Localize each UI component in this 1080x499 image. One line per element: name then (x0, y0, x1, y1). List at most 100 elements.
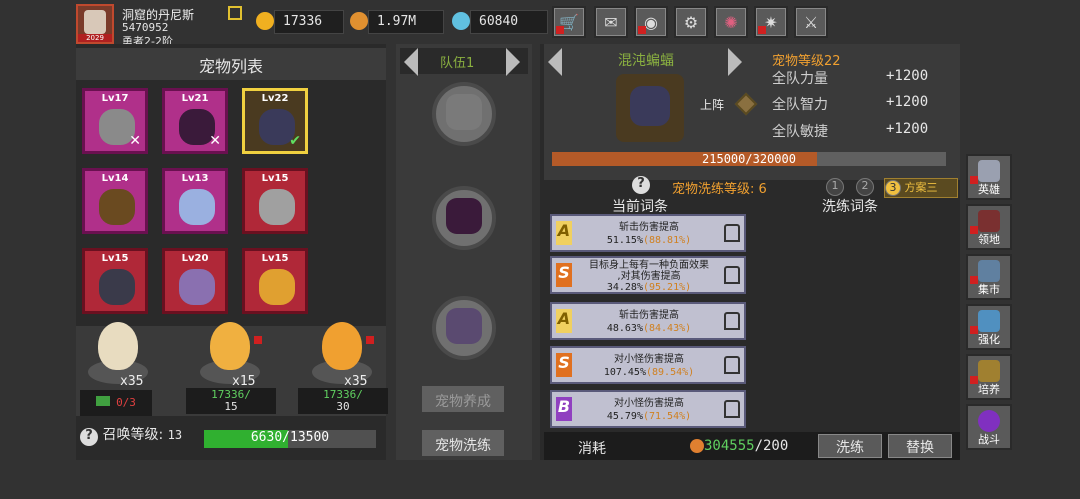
pet-card[interactable]: Lv20 (162, 248, 228, 314)
egg-cost-required: 30 (336, 400, 350, 413)
nav-battle[interactable]: 战斗 (966, 404, 1012, 450)
affix-value: 34.28%(95.21%) (606, 282, 692, 293)
pet-card[interactable]: Lv21 ✕ (162, 88, 228, 154)
affix-row[interactable]: B 对小怪伤害提高 45.79%(71.54%) (550, 390, 746, 428)
notification-dot (638, 26, 646, 34)
affix-value: 45.79%(71.54%) (606, 411, 692, 422)
pet-list-scroll-area[interactable] (318, 88, 378, 320)
affix-row[interactable]: A 斩击伤害提高 51.15%(88.81%) (550, 214, 746, 252)
tree-pet-icon (99, 189, 135, 225)
summon-level-value: 13 (167, 428, 183, 442)
pet-card[interactable]: Lv13 (162, 168, 228, 234)
gear-icon: ⚙ (683, 12, 699, 32)
dark-mage-pet-icon (446, 198, 482, 234)
notification-dot (758, 26, 766, 34)
unicorn-pet-icon (179, 269, 215, 305)
team-slot-1[interactable] (432, 82, 496, 146)
eggs: x35 0/3 x15 17336/ 15 x35 17336/ 30 (76, 316, 388, 416)
pet-wash-button[interactable]: 宠物洗练 (420, 428, 506, 458)
pet-level: Lv20 (181, 253, 209, 264)
affix-row[interactable]: A 斩击伤害提高 48.63%(84.43%) (550, 302, 746, 340)
team-slot-2[interactable] (432, 186, 496, 250)
resource-gems: 60840 (470, 10, 548, 34)
affix-grade: S (556, 263, 572, 287)
settings-button[interactable]: ⚙ (674, 6, 708, 38)
wash-button[interactable]: 洗练 (818, 434, 882, 458)
pet-card[interactable]: Lv14 (82, 168, 148, 234)
affix-grade: A (556, 309, 572, 333)
replace-button[interactable]: 替换 (888, 434, 952, 458)
color-wheel-button[interactable]: ✺ (714, 6, 748, 38)
affix-row[interactable]: S 对小怪伤害提高 107.45%(89.54%) (550, 346, 746, 384)
pet-card-selected[interactable]: Lv22 ✔ (242, 88, 308, 154)
color-wheel-icon: ✺ (724, 12, 738, 32)
deploy-label: 上阵 (700, 98, 725, 112)
pet-level: Lv14 (101, 173, 129, 184)
plan-2-button[interactable]: 2 (856, 178, 874, 196)
prev-pet-arrow-icon[interactable] (548, 48, 562, 76)
lock-icon[interactable] (724, 312, 740, 330)
fireworks-button[interactable]: ✷ (754, 6, 788, 38)
pet-card[interactable]: Lv15 (242, 168, 308, 234)
pet-train-button[interactable]: 宠物养成 (420, 384, 506, 414)
summon-progress-text: 6630/13500 (250, 430, 330, 445)
wash-help-icon[interactable]: ? (632, 176, 650, 194)
market-icon (978, 260, 1000, 282)
nav-label: 强化 (978, 333, 1000, 346)
pet-card[interactable]: Lv17 ✕ (82, 88, 148, 154)
avatar[interactable]: 2029 (76, 4, 114, 44)
nav-market[interactable]: 集市 (966, 254, 1012, 300)
lock-icon[interactable] (724, 400, 740, 418)
crossed-swords-icon: ⚔ (803, 12, 819, 32)
team-slot-3[interactable] (432, 296, 496, 360)
gold-drop-icon (256, 12, 274, 30)
nav-label: 培养 (978, 383, 1000, 396)
pet-exp-text: 215000/320000 (702, 152, 796, 166)
lantern-pet-icon (259, 269, 295, 305)
pet-card[interactable]: Lv15 (82, 248, 148, 314)
pet-level: Lv13 (181, 173, 209, 184)
nav-hero[interactable]: 英雄 (966, 154, 1012, 200)
pet-level-title: 宠物等级22 (772, 54, 841, 69)
egg-count: x35 (120, 374, 144, 389)
nav-territory[interactable]: 领地 (966, 204, 1012, 250)
gamepad-button[interactable]: ◉ (634, 6, 668, 38)
plan-3-button[interactable]: 3 方案三 (884, 178, 958, 198)
plan-1-button[interactable]: 1 (826, 178, 844, 196)
lock-icon[interactable] (724, 266, 740, 284)
lock-icon[interactable] (724, 224, 740, 242)
shop-cart-button[interactable]: 🛒 (552, 6, 586, 38)
gold-egg-icon (322, 322, 362, 370)
wash-level: 宠物洗练等级: 6 (672, 182, 767, 197)
reaper-pet-icon (99, 269, 135, 305)
stat-name: 全队敏捷 (772, 124, 828, 140)
equipped-check-icon: ✔ (289, 133, 301, 149)
nav-enhance[interactable]: 强化 (966, 304, 1012, 350)
next-pet-arrow-icon[interactable] (728, 48, 742, 76)
coin-icon (350, 12, 368, 30)
wash-affix-header: 洗练词条 (822, 199, 878, 215)
unequipped-mark: ✕ (129, 133, 141, 149)
chaos-bat-pet-icon (446, 308, 482, 344)
prev-team-arrow-icon[interactable] (404, 48, 418, 76)
pet-exp-bar: 215000/320000 (552, 152, 946, 166)
enhance-icon (978, 310, 1000, 332)
lock-icon[interactable] (724, 356, 740, 374)
notification-dot (556, 26, 564, 34)
nav-label: 战斗 (978, 433, 1000, 446)
affix-row[interactable]: S 目标身上每有一种负面效果 ,对其伤害提高 34.28%(95.21%) (550, 256, 746, 294)
pet-level: Lv22 (261, 93, 289, 104)
plain-egg-icon (98, 322, 138, 370)
egg-cost-box: 0/3 (80, 390, 152, 416)
help-icon[interactable]: ? (80, 428, 98, 446)
battle-button[interactable]: ⚔ (794, 6, 828, 38)
pet-card[interactable]: Lv15 (242, 248, 308, 314)
nav-label: 集市 (978, 283, 1000, 296)
next-team-arrow-icon[interactable] (506, 48, 520, 76)
nav-train[interactable]: 培养 (966, 354, 1012, 400)
affix-name: 斩击伤害提高 (619, 222, 679, 233)
mail-button[interactable]: ✉ (594, 6, 628, 38)
edit-name-icon[interactable] (228, 6, 242, 20)
portal-icon (978, 410, 1000, 432)
mail-icon: ✉ (604, 12, 618, 32)
